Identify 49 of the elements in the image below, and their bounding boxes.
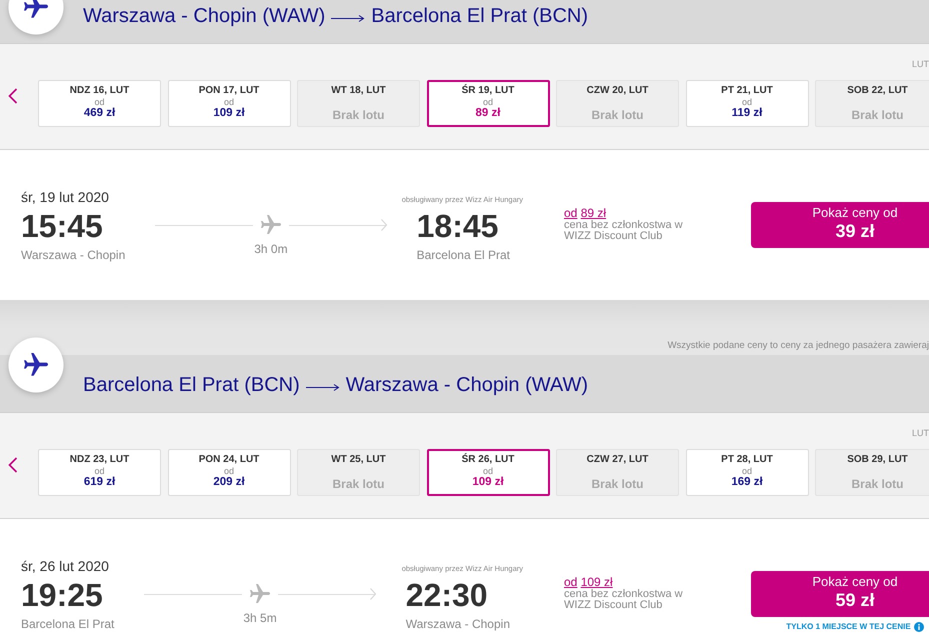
- flight-date: śr, 19 lut 2020: [21, 188, 109, 206]
- date-tile[interactable]: SOB 22, LUT Brak lotu: [815, 80, 929, 127]
- date-tile[interactable]: ŚR 19, LUT od 89 zł: [426, 80, 550, 127]
- origin-airport: Barcelona El Prat (BCN): [83, 373, 300, 397]
- plane-icon: [248, 582, 272, 606]
- long-arrow-icon: [331, 14, 366, 22]
- show-prices-button[interactable]: Pokaż ceny od 59 zł: [751, 571, 929, 617]
- plane-icon: [258, 213, 283, 237]
- destination-airport: Warszawa - Chopin (WAW): [346, 373, 588, 397]
- month-label: LUT: [912, 58, 929, 71]
- plane-badge-icon: [8, 0, 64, 35]
- date-tile[interactable]: PT 28, LUT od 169 zł: [686, 449, 808, 496]
- seats-left-note: TYLKO 1 MIEJSCE W TEJ CENIE: [786, 621, 911, 633]
- regular-price-link[interactable]: od 89 zł: [564, 206, 606, 220]
- date-tile[interactable]: PON 17, LUT od 109 zł: [168, 80, 290, 127]
- price-notice: Wszystkie podane ceny to ceny za jednego pasażera zawieraj: [668, 340, 929, 352]
- arrival-airport: Warszawa - Chopin: [406, 616, 510, 632]
- date-tile[interactable]: PT 21, LUT od 119 zł: [686, 80, 808, 127]
- date-tile[interactable]: PON 24, LUT od 209 zł: [168, 449, 290, 496]
- flight-duration: 3h 5m: [243, 610, 277, 626]
- departure-time: 19:25: [21, 577, 103, 613]
- date-tile[interactable]: NDZ 16, LUT od 469 zł: [38, 80, 161, 127]
- departure-airport: Barcelona El Prat: [21, 616, 114, 632]
- date-tile[interactable]: ŚR 26, LUT od 109 zł: [426, 449, 550, 496]
- arrival-time: 18:45: [416, 208, 498, 244]
- departure-airport: Warszawa - Chopin: [21, 247, 126, 263]
- origin-airport: Warszawa - Chopin (WAW): [83, 4, 326, 28]
- month-label: LUT: [912, 427, 929, 440]
- date-tile[interactable]: CZW 27, LUT Brak lotu: [556, 449, 679, 496]
- chevron-left-icon[interactable]: [8, 457, 18, 473]
- date-tile[interactable]: WT 25, LUT Brak lotu: [297, 449, 420, 496]
- date-tile[interactable]: SOB 29, LUT Brak lotu: [815, 449, 929, 496]
- regular-price-note: cena bez członkostwa w WIZZ Discount Club: [564, 220, 684, 242]
- date-tile[interactable]: NDZ 23, LUT od 619 zł: [38, 449, 161, 496]
- regular-price-note: cena bez członkostwa w WIZZ Discount Club: [564, 589, 684, 611]
- show-prices-button[interactable]: Pokaż ceny od 39 zł: [751, 202, 929, 248]
- flight-date: śr, 26 lut 2020: [21, 557, 109, 575]
- arrival-time: 22:30: [406, 577, 488, 613]
- info-icon[interactable]: [914, 622, 924, 632]
- regular-price-link[interactable]: od 109 zł: [564, 575, 613, 589]
- arrival-airport: Barcelona El Prat: [416, 247, 510, 263]
- long-arrow-icon: [306, 382, 340, 390]
- destination-airport: Barcelona El Prat (BCN): [371, 4, 588, 28]
- plane-badge-icon: [8, 337, 64, 393]
- date-tile[interactable]: CZW 20, LUT Brak lotu: [556, 80, 679, 127]
- flight-duration: 3h 0m: [254, 241, 288, 257]
- chevron-left-icon[interactable]: [8, 88, 18, 104]
- departure-time: 15:45: [21, 208, 103, 244]
- date-tile[interactable]: WT 18, LUT Brak lotu: [297, 80, 420, 127]
